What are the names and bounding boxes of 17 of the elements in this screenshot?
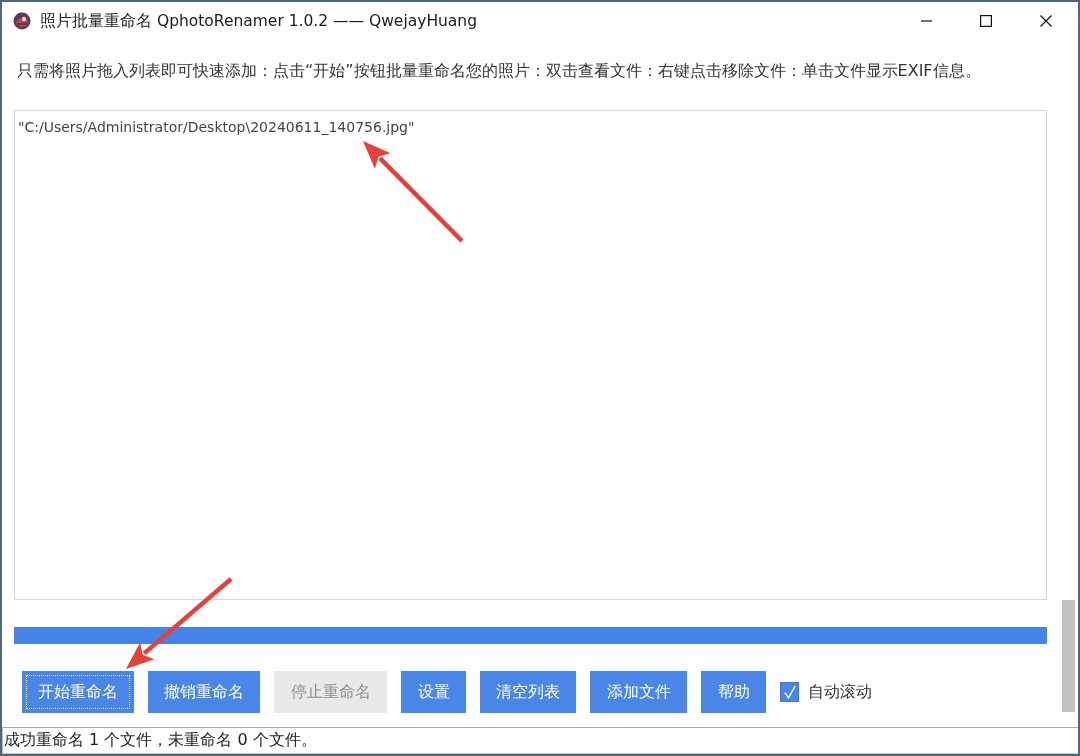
- instruction-text: 只需将照片拖入列表即可快速添加：点击“开始”按钮批量重命名您的照片：双击查看文件：右键点击移除文件：单击文件显示EXIF信息。: [17, 61, 981, 80]
- help-button[interactable]: 帮助: [701, 671, 766, 713]
- window-title: 照片批量重命名 QphotoRenamer 1.0.2 —— QwejayHuang: [40, 10, 478, 32]
- scrollbar[interactable]: [1062, 600, 1075, 712]
- app-icon: [13, 12, 31, 30]
- close-icon: [1040, 15, 1052, 27]
- checkbox[interactable]: [780, 682, 799, 702]
- file-item[interactable]: "C:/Users/Administrator/Desktop\20240611_140756.jpg": [15, 117, 418, 137]
- check-icon: [783, 685, 796, 699]
- maximize-icon: [980, 15, 992, 27]
- start-rename-button[interactable]: 开始重命名: [22, 671, 134, 713]
- status-text: 成功重命名 1 个文件，未重命名 0 个文件。: [4, 730, 317, 751]
- checkbox-label[interactable]: 自动滚动: [808, 681, 872, 703]
- undo-rename-button[interactable]: 撤销重命名: [148, 671, 260, 713]
- add-files-button[interactable]: 添加文件: [590, 671, 687, 713]
- settings-button[interactable]: 设置: [401, 671, 466, 713]
- clear-list-button[interactable]: 清空列表: [480, 671, 576, 713]
